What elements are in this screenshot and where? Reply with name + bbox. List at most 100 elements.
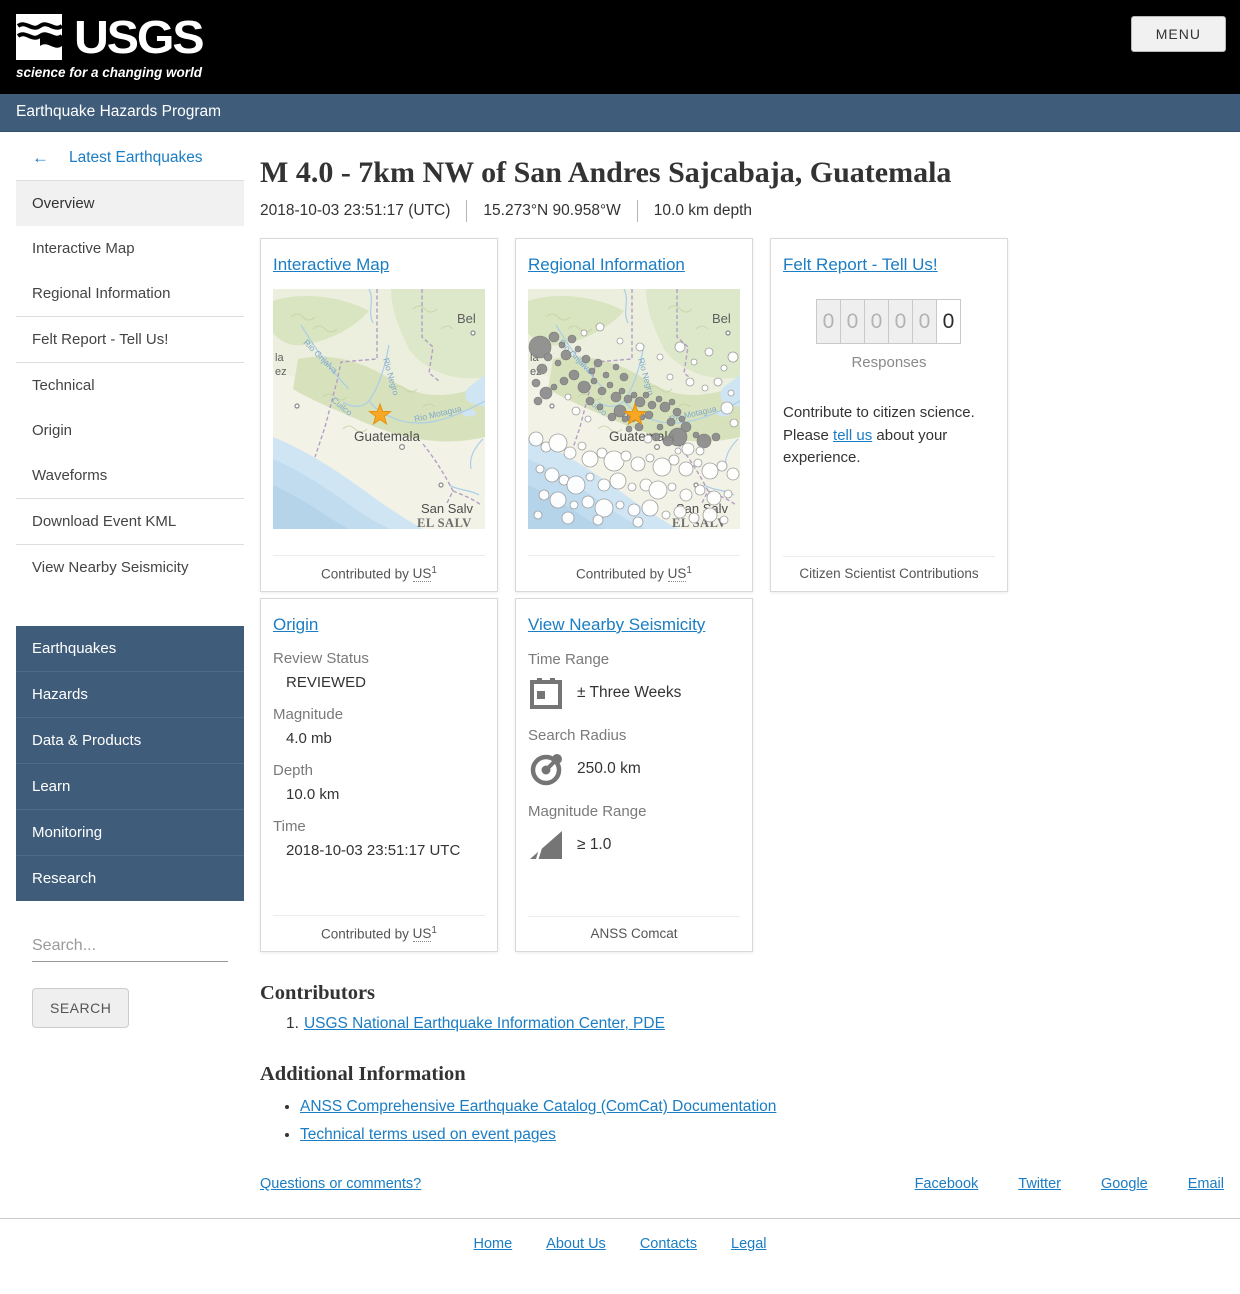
footer-about-link[interactable]: About Us bbox=[546, 1236, 606, 1252]
usgs-logo[interactable]: USGS science for a changing world bbox=[16, 12, 1240, 80]
event-depth: 10.0 km depth bbox=[654, 202, 752, 220]
depth-value: 10.0 km bbox=[286, 786, 485, 803]
additional-information-list: ANSS Comprehensive Earthquake Catalog (C… bbox=[260, 1098, 1224, 1144]
responses-label: Responses bbox=[783, 354, 995, 371]
time-range-value: ± Three Weeks bbox=[577, 684, 681, 702]
contributed-by-label: Contributed by bbox=[321, 926, 409, 941]
facebook-link[interactable]: Facebook bbox=[915, 1176, 979, 1192]
contributors-heading: Contributors bbox=[260, 982, 1224, 1005]
sidebar-item-overview[interactable]: Overview bbox=[16, 181, 244, 226]
felt-report-text: Contribute to citizen science. Please te… bbox=[783, 402, 995, 470]
sidebar-item-learn[interactable]: Learn bbox=[16, 764, 244, 810]
footer-legal-link[interactable]: Legal bbox=[731, 1236, 766, 1252]
regional-map-thumbnail[interactable] bbox=[528, 289, 740, 529]
twitter-link[interactable]: Twitter bbox=[1018, 1176, 1061, 1192]
counter-digit: 0 bbox=[816, 299, 841, 344]
back-link[interactable]: ← Latest Earthquakes bbox=[16, 132, 244, 180]
site-nav: Earthquakes Hazards Data & Products Lear… bbox=[16, 626, 244, 901]
footer-contacts-link[interactable]: Contacts bbox=[640, 1236, 697, 1252]
card-footer: ANSS Comcat bbox=[528, 916, 740, 941]
sidebar-item-monitoring[interactable]: Monitoring bbox=[16, 810, 244, 856]
interactive-map-thumbnail[interactable] bbox=[273, 289, 485, 529]
card-footer: Contributed by US1 bbox=[273, 915, 485, 942]
list-item: Technical terms used on event pages bbox=[300, 1126, 1224, 1144]
counter-digit: 0 bbox=[936, 299, 961, 344]
list-item: 1. USGS National Earthquake Information C… bbox=[286, 1015, 1224, 1033]
technical-terms-link[interactable]: Technical terms used on event pages bbox=[300, 1126, 556, 1143]
usgs-logo-text: USGS bbox=[74, 14, 202, 60]
interactive-map-link[interactable]: Interactive Map bbox=[273, 255, 389, 274]
counter-digit: 0 bbox=[840, 299, 865, 344]
search-button[interactable]: SEARCH bbox=[32, 988, 129, 1028]
sidebar: ← Latest Earthquakes Overview Interactiv… bbox=[16, 132, 244, 1068]
latest-earthquakes-link[interactable]: Latest Earthquakes bbox=[69, 149, 203, 167]
contributor-footnote: 1 bbox=[686, 565, 692, 576]
feedback-row: Questions or comments? Facebook Twitter … bbox=[260, 1176, 1224, 1192]
magnitude-range-value: ≥ 1.0 bbox=[577, 836, 611, 854]
sidebar-item-technical[interactable]: Technical bbox=[16, 363, 244, 408]
depth-label: Depth bbox=[273, 762, 485, 779]
citizen-scientist-label: Citizen Scientist Contributions bbox=[799, 566, 978, 581]
contributor-us-link[interactable]: US bbox=[413, 926, 432, 942]
menu-button[interactable]: MENU bbox=[1131, 16, 1226, 52]
magnitude-value: 4.0 mb bbox=[286, 730, 485, 747]
program-title: Earthquake Hazards Program bbox=[16, 103, 221, 120]
time-value: 2018-10-03 23:51:17 UTC bbox=[286, 842, 485, 859]
regional-information-card: Regional Information Contributed by US1 bbox=[515, 238, 753, 592]
magnitude-label: Magnitude bbox=[273, 706, 485, 723]
page-title: M 4.0 - 7km NW of San Andres Sajcabaja, … bbox=[260, 156, 1224, 190]
felt-report-link[interactable]: Felt Report - Tell Us! bbox=[783, 255, 938, 274]
contributed-by-label: Contributed by bbox=[576, 566, 664, 581]
sidebar-item-download-kml[interactable]: Download Event KML bbox=[16, 499, 244, 544]
anss-comcat-label: ANSS Comcat bbox=[590, 926, 677, 941]
sidebar-item-waveforms[interactable]: Waveforms bbox=[16, 453, 244, 498]
interactive-map-card: Interactive Map Contributed by US1 bbox=[260, 238, 498, 592]
sidebar-item-research[interactable]: Research bbox=[16, 856, 244, 901]
search-radius-label: Search Radius bbox=[528, 727, 740, 744]
comcat-documentation-link[interactable]: ANSS Comprehensive Earthquake Catalog (C… bbox=[300, 1098, 776, 1115]
event-meta: 2018-10-03 23:51:17 (UTC) 15.273°N 90.95… bbox=[260, 200, 1224, 222]
review-status-label: Review Status bbox=[273, 650, 485, 667]
view-nearby-seismicity-link[interactable]: View Nearby Seismicity bbox=[528, 615, 705, 634]
google-link[interactable]: Google bbox=[1101, 1176, 1148, 1192]
sidebar-item-origin[interactable]: Origin bbox=[16, 408, 244, 453]
card-footer: Contributed by US1 bbox=[528, 555, 740, 582]
event-time: 2018-10-03 23:51:17 (UTC) bbox=[260, 202, 450, 220]
origin-card: Origin Review Status REVIEWED Magnitude … bbox=[260, 598, 498, 952]
sidebar-item-hazards[interactable]: Hazards bbox=[16, 672, 244, 718]
sidebar-item-data-products[interactable]: Data & Products bbox=[16, 718, 244, 764]
contributor-us-link[interactable]: US bbox=[668, 566, 687, 582]
nearby-seismicity-card: View Nearby Seismicity Time Range ± Thre… bbox=[515, 598, 753, 952]
sidebar-item-earthquakes[interactable]: Earthquakes bbox=[16, 626, 244, 672]
time-label: Time bbox=[273, 818, 485, 835]
contributor-footnote: 1 bbox=[431, 565, 437, 576]
contributor-us-link[interactable]: US bbox=[413, 566, 432, 582]
social-links: Facebook Twitter Google Email bbox=[915, 1176, 1224, 1192]
responses-counter: 0 0 0 0 0 0 bbox=[783, 299, 995, 344]
site-footer: Home About Us Contacts Legal bbox=[0, 1218, 1240, 1288]
review-status-value: REVIEWED bbox=[286, 674, 485, 691]
search-input[interactable] bbox=[32, 933, 228, 962]
contributor-link[interactable]: USGS National Earthquake Information Cen… bbox=[304, 1015, 665, 1032]
sidebar-item-regional-information[interactable]: Regional Information bbox=[16, 271, 244, 316]
regional-information-link[interactable]: Regional Information bbox=[528, 255, 685, 274]
questions-comments-link[interactable]: Questions or comments? bbox=[260, 1176, 421, 1192]
contributor-number: 1. bbox=[286, 1015, 299, 1032]
calendar-icon bbox=[528, 675, 564, 711]
card-footer: Citizen Scientist Contributions bbox=[783, 556, 995, 581]
sidebar-item-interactive-map[interactable]: Interactive Map bbox=[16, 226, 244, 271]
event-coordinates: 15.273°N 90.958°W bbox=[483, 202, 620, 220]
card-footer: Contributed by US1 bbox=[273, 555, 485, 582]
additional-information-heading: Additional Information bbox=[260, 1063, 1224, 1086]
search-radius-value: 250.0 km bbox=[577, 760, 641, 778]
magnitude-range-label: Magnitude Range bbox=[528, 803, 740, 820]
tell-us-link[interactable]: tell us bbox=[833, 427, 872, 444]
footer-home-link[interactable]: Home bbox=[473, 1236, 512, 1252]
sidebar-item-felt-report[interactable]: Felt Report - Tell Us! bbox=[16, 317, 244, 362]
back-arrow-icon: ← bbox=[32, 148, 49, 168]
counter-digit: 0 bbox=[864, 299, 889, 344]
origin-link[interactable]: Origin bbox=[273, 615, 318, 634]
list-item: ANSS Comprehensive Earthquake Catalog (C… bbox=[300, 1098, 1224, 1116]
sidebar-item-view-nearby-seismicity[interactable]: View Nearby Seismicity bbox=[16, 545, 244, 590]
email-link[interactable]: Email bbox=[1188, 1176, 1224, 1192]
